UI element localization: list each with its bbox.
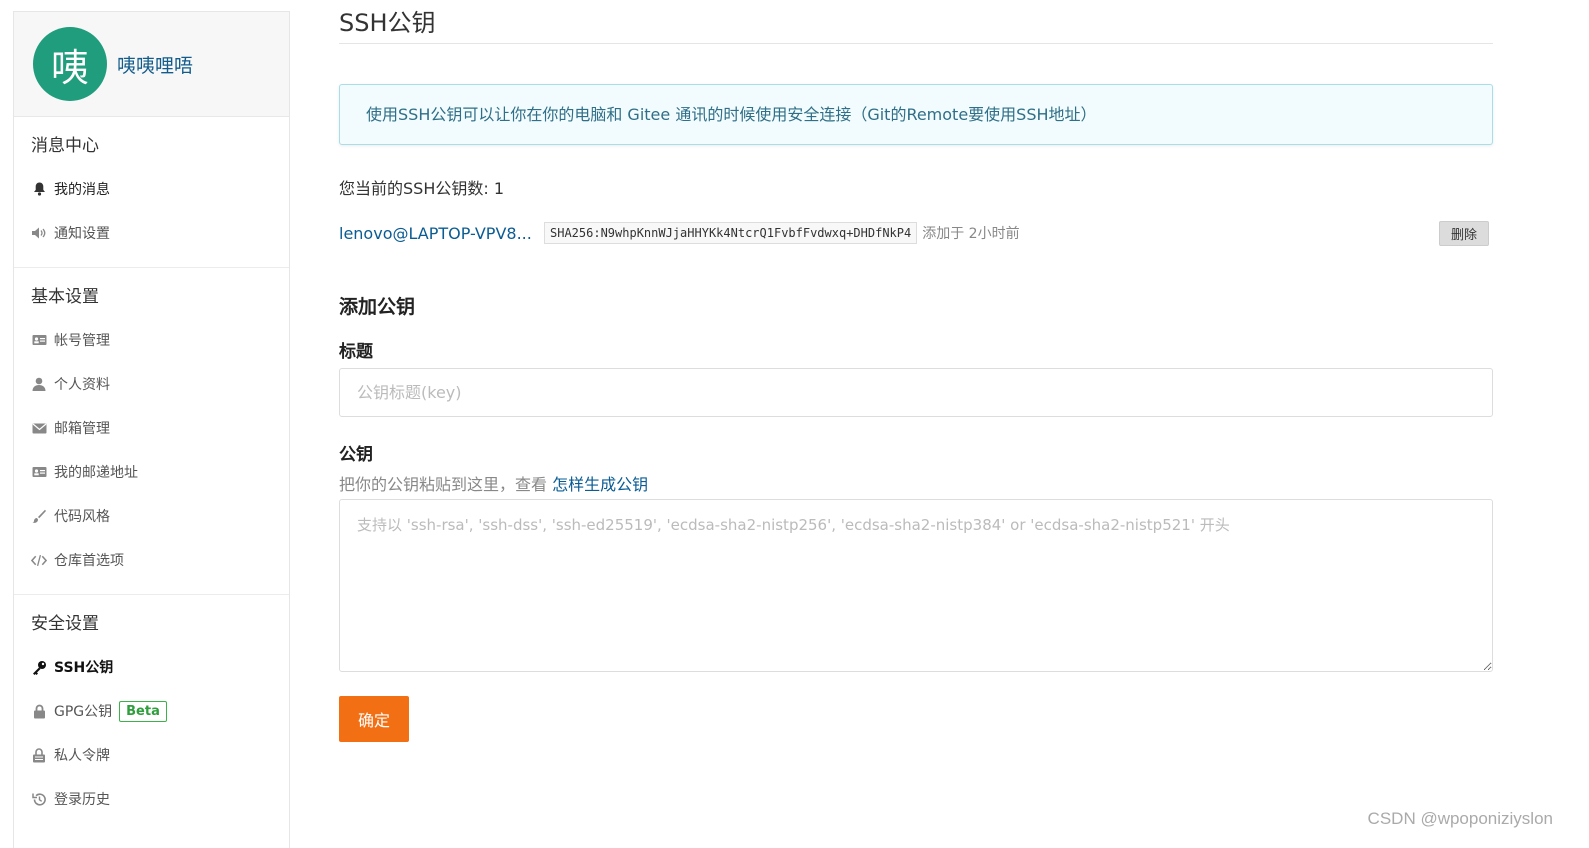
user-icon [31, 376, 47, 392]
sidebar-item-label: 私人令牌 [54, 748, 110, 764]
sidebar-item-ssh-keys[interactable]: SSH公钥 [14, 645, 289, 689]
section-basic: 基本设置 帐号管理 个人资料 邮箱管理 我的邮递地址 代码风格 仓库首选项 [14, 268, 289, 595]
sidebar-item-label: 仓库首选项 [54, 553, 124, 569]
sidebar-item-label: 登录历史 [54, 792, 110, 808]
ssh-key-added-time: 添加于 2小时前 [922, 226, 1020, 242]
key-field-label: 公钥 [339, 445, 373, 465]
settings-sidebar: 咦 咦咦哩唔 消息中心 我的消息 通知设置 基本设置 帐号管理 个人资料 邮箱管… [13, 11, 290, 848]
sidebar-item-address[interactable]: 我的邮递地址 [14, 450, 289, 494]
key-title-input[interactable] [339, 368, 1493, 417]
how-to-generate-key-link[interactable]: 怎样生成公钥 [552, 475, 648, 494]
title-field-label: 标题 [339, 342, 373, 362]
history-icon [31, 791, 47, 807]
sidebar-item-label: SSH公钥 [54, 660, 114, 676]
sidebar-item-account[interactable]: 帐号管理 [14, 318, 289, 362]
key-icon [31, 659, 47, 675]
profile-header: 咦 咦咦哩唔 [14, 12, 289, 117]
sidebar-item-label: 我的消息 [54, 182, 110, 198]
section-messages: 消息中心 我的消息 通知设置 [14, 117, 289, 268]
sidebar-item-label: 我的邮递地址 [54, 465, 138, 481]
key-hint-text: 把你的公钥粘贴到这里，查看 [339, 475, 548, 494]
volume-icon [31, 225, 47, 241]
bell-icon [31, 181, 47, 197]
ssh-key-row: lenovo@LAPTOP-VPV8... SHA256:N9whpKnnWJj… [339, 219, 1493, 247]
key-hint: 把你的公钥粘贴到这里，查看 怎样生成公钥 [339, 471, 1493, 495]
sidebar-item-private-tokens[interactable]: 私人令牌 [14, 733, 289, 777]
main-content: SSH公钥 使用SSH公钥可以让你在你的电脑和 Gitee 通讯的时候使用安全连… [339, 0, 1493, 742]
section-title: 基本设置 [31, 287, 99, 307]
address-card-icon [31, 464, 47, 480]
sidebar-item-label: GPG公钥 [54, 704, 113, 720]
section-title: 安全设置 [31, 614, 99, 634]
info-message: 使用SSH公钥可以让你在你的电脑和 Gitee 通讯的时候使用安全连接（Git的… [339, 84, 1493, 145]
sidebar-item-code-style[interactable]: 代码风格 [14, 494, 289, 538]
lock-icon [31, 703, 47, 719]
delete-key-button[interactable]: 删除 [1438, 221, 1489, 246]
ssh-key-title[interactable]: lenovo@LAPTOP-VPV8... [339, 224, 534, 243]
sidebar-item-email[interactable]: 邮箱管理 [14, 406, 289, 450]
sidebar-item-gpg-keys[interactable]: GPG公钥 Beta [14, 689, 289, 733]
watermark: CSDN @wpoponiziyslon [1367, 809, 1553, 828]
ssh-key-fingerprint: SHA256:N9whpKnnWJjaHHYKk4NtcrQ1FvbfFvdwx… [544, 222, 918, 244]
key-count: 您当前的SSH公钥数: 1 [339, 179, 505, 198]
sidebar-item-profile[interactable]: 个人资料 [14, 362, 289, 406]
public-key-textarea[interactable] [339, 499, 1493, 672]
code-icon [31, 552, 47, 568]
sidebar-item-label: 帐号管理 [54, 333, 110, 349]
sidebar-item-label: 邮箱管理 [54, 421, 110, 437]
sidebar-item-my-messages[interactable]: 我的消息 [14, 167, 289, 211]
lock-open-icon [31, 747, 47, 763]
brush-icon [31, 508, 47, 524]
sidebar-item-repo-preferences[interactable]: 仓库首选项 [14, 538, 289, 582]
confirm-button[interactable]: 确定 [339, 696, 409, 742]
section-title: 消息中心 [31, 136, 99, 156]
sidebar-item-label: 个人资料 [54, 377, 110, 393]
section-security: 安全设置 SSH公钥 GPG公钥 Beta 私人令牌 登录历史 [14, 595, 289, 833]
sidebar-item-label: 通知设置 [54, 226, 110, 242]
page-title: SSH公钥 [339, 0, 1493, 44]
add-key-heading: 添加公钥 [339, 296, 416, 318]
sidebar-item-login-history[interactable]: 登录历史 [14, 777, 289, 821]
sidebar-item-label: 代码风格 [54, 509, 110, 525]
sidebar-item-notification-settings[interactable]: 通知设置 [14, 211, 289, 255]
id-card-icon [31, 332, 47, 348]
beta-badge: Beta [119, 700, 167, 722]
envelope-icon [31, 420, 47, 436]
username-link[interactable]: 咦咦哩唔 [117, 51, 193, 78]
avatar[interactable]: 咦 [33, 27, 107, 101]
